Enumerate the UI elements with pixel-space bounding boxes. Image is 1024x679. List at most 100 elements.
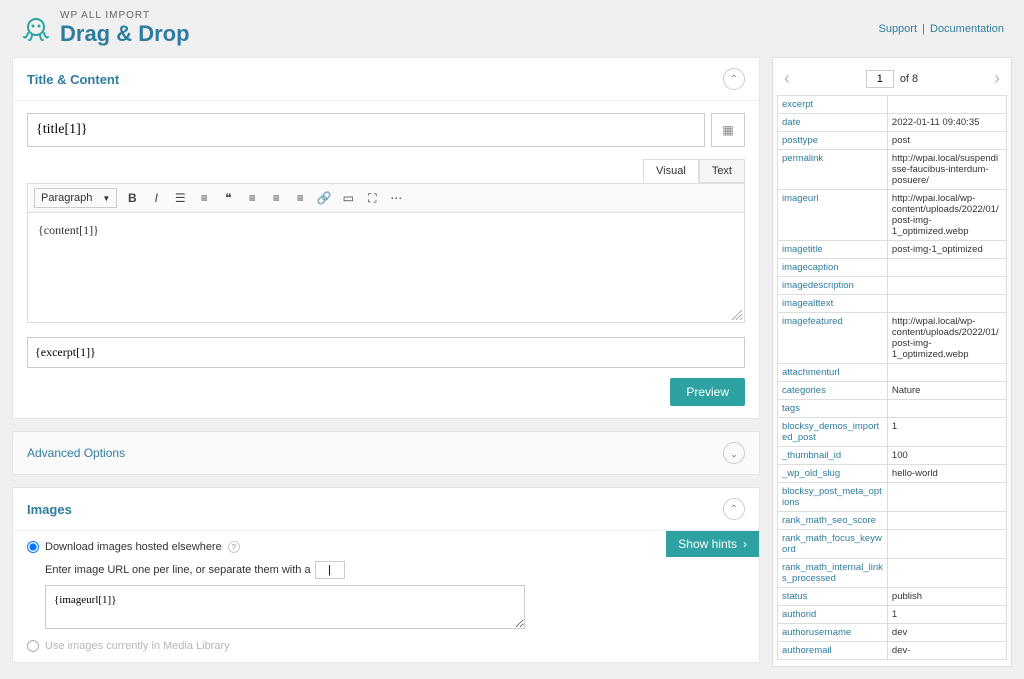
data-key-link[interactable]: imagefeatured (782, 316, 843, 327)
table-row: authorusername dev (778, 624, 1007, 642)
data-key-link[interactable]: imagetitle (782, 244, 823, 255)
data-key-link[interactable]: status (782, 591, 807, 602)
format-select[interactable]: Paragraph▼ (34, 188, 117, 208)
data-value-cell (887, 400, 1006, 418)
table-row: _wp_old_slug hello-world (778, 465, 1007, 483)
data-key-link[interactable]: imagecaption (782, 262, 839, 273)
table-row: rank_math_internal_links_processed (778, 559, 1007, 588)
data-value-cell (887, 483, 1006, 512)
table-row: imagedescription (778, 277, 1007, 295)
align-center-icon[interactable]: ≡ (267, 189, 285, 207)
page-number-input[interactable] (866, 70, 894, 88)
data-key-link[interactable]: authoremail (782, 645, 832, 656)
data-key-link[interactable]: rank_math_focus_keyword (782, 533, 882, 555)
table-row: permalink http://wpai.local/suspendisse-f… (778, 150, 1007, 190)
bold-icon[interactable]: B (123, 189, 141, 207)
title-aux-icon[interactable]: ▦ (711, 113, 745, 147)
separator-input[interactable] (315, 561, 345, 579)
data-value-cell: http://wpai.local/suspendisse-faucibus-i… (887, 150, 1006, 190)
table-row: attachmenturl (778, 364, 1007, 382)
italic-icon[interactable]: I (147, 189, 165, 207)
data-value-cell (887, 259, 1006, 277)
data-value-cell (887, 512, 1006, 530)
table-row: rank_math_focus_keyword (778, 530, 1007, 559)
data-key-link[interactable]: categories (782, 385, 826, 396)
data-key-link[interactable]: authorusername (782, 627, 851, 638)
align-left-icon[interactable]: ≡ (243, 189, 261, 207)
octopus-logo-icon (20, 13, 52, 45)
data-key-link[interactable]: authorid (782, 609, 816, 620)
documentation-link[interactable]: Documentation (930, 23, 1004, 35)
excerpt-input[interactable] (27, 337, 745, 368)
table-row: tags (778, 400, 1007, 418)
brand-small: WP ALL IMPORT (60, 10, 190, 21)
data-key-link[interactable]: rank_math_internal_links_processed (782, 562, 883, 584)
data-key-link[interactable]: blocksy_post_meta_options (782, 486, 882, 508)
table-row: imagetitlepost-img-1_optimized (778, 241, 1007, 259)
collapse-toggle-icon[interactable]: ⌃ (723, 68, 745, 90)
data-value-cell: 2022-01-11 09:40:35 (887, 114, 1006, 132)
data-value-cell: 1 (887, 606, 1006, 624)
fullscreen-icon[interactable]: ⛶ (363, 189, 381, 207)
download-images-radio[interactable] (27, 541, 39, 553)
help-icon[interactable]: ? (228, 541, 240, 553)
data-key-link[interactable]: date (782, 117, 801, 128)
tab-visual[interactable]: Visual (643, 159, 699, 183)
data-value-cell: Nature (887, 382, 1006, 400)
data-value-cell: 1 (887, 418, 1006, 447)
data-key-link[interactable]: imagealttext (782, 298, 833, 309)
table-row: rank_math_seo_score (778, 512, 1007, 530)
table-row: authoremail dev- (778, 642, 1007, 660)
logo-text: WP ALL IMPORT Drag & Drop (60, 10, 190, 47)
bullet-list-icon[interactable]: ☰ (171, 189, 189, 207)
numbered-list-icon[interactable]: ≡ (195, 189, 213, 207)
page-of-text: of 8 (900, 73, 918, 85)
data-key-link[interactable]: rank_math_seo_score (782, 515, 876, 526)
link-icon[interactable]: 🔗 (315, 189, 333, 207)
title-input[interactable] (27, 113, 705, 147)
data-key-link[interactable]: imagedescription (782, 280, 854, 291)
title-content-panel: Title & Content ⌃ ▦ Visual Text Paragrap… (12, 57, 760, 419)
data-key-link[interactable]: _wp_old_slug (782, 468, 840, 479)
content-editor[interactable]: {content[1]} (27, 213, 745, 323)
expand-toggle-icon[interactable]: ⌃ (723, 442, 745, 464)
data-value-cell: hello-world (887, 465, 1006, 483)
data-key-link[interactable]: blocksy_demos_imported_post (782, 421, 879, 443)
data-key-link[interactable]: posttype (782, 135, 818, 146)
blockquote-icon[interactable]: ❝ (219, 189, 237, 207)
collapse-toggle-icon[interactable]: ⌃ (723, 498, 745, 520)
next-page-icon[interactable]: › (989, 68, 1005, 89)
data-key-link[interactable]: tags (782, 403, 800, 414)
download-images-label: Download images hosted elsewhere (45, 541, 222, 553)
data-value-cell: dev- (887, 642, 1006, 660)
toolbar-toggle-icon[interactable]: ⋯ (387, 189, 405, 207)
readmore-icon[interactable]: ▭ (339, 189, 357, 207)
editor-toolbar: Paragraph▼ B I ☰ ≡ ❝ ≡ ≡ ≡ 🔗 ▭ ⛶ ⋯ (27, 183, 745, 213)
data-value-cell: http://wpai.local/wp-content/uploads/202… (887, 313, 1006, 364)
data-value-cell: dev (887, 624, 1006, 642)
image-url-textarea[interactable] (45, 585, 525, 629)
media-library-label: Use images currently in Media Library (45, 640, 230, 652)
chevron-right-icon: › (743, 537, 747, 551)
logo-area: WP ALL IMPORT Drag & Drop (20, 10, 190, 47)
prev-page-icon[interactable]: ‹ (779, 68, 795, 89)
data-key-link[interactable]: excerpt (782, 99, 813, 110)
tab-text[interactable]: Text (699, 159, 745, 183)
support-link[interactable]: Support (878, 23, 917, 35)
data-key-link[interactable]: _thumbnail_id (782, 450, 841, 461)
data-key-link[interactable]: attachmenturl (782, 367, 840, 378)
data-value-cell (887, 96, 1006, 114)
align-right-icon[interactable]: ≡ (291, 189, 309, 207)
show-hints-button[interactable]: Show hints › (666, 531, 759, 557)
table-row: imagefeatured http://wpai.local/wp-conten… (778, 313, 1007, 364)
table-row: authorid 1 (778, 606, 1007, 624)
table-row: date 2022-01-11 09:40:35 (778, 114, 1007, 132)
images-panel: Images ⌃ Show hints › Download images ho… (12, 487, 760, 663)
resize-handle-icon[interactable] (732, 310, 742, 320)
media-library-radio[interactable] (27, 640, 39, 652)
preview-button[interactable]: Preview (670, 378, 745, 406)
data-key-link[interactable]: imageurl (782, 193, 818, 204)
data-key-link[interactable]: permalink (782, 153, 823, 164)
advanced-options-panel: Advanced Options ⌃ (12, 431, 760, 475)
data-value-cell: 100 (887, 447, 1006, 465)
